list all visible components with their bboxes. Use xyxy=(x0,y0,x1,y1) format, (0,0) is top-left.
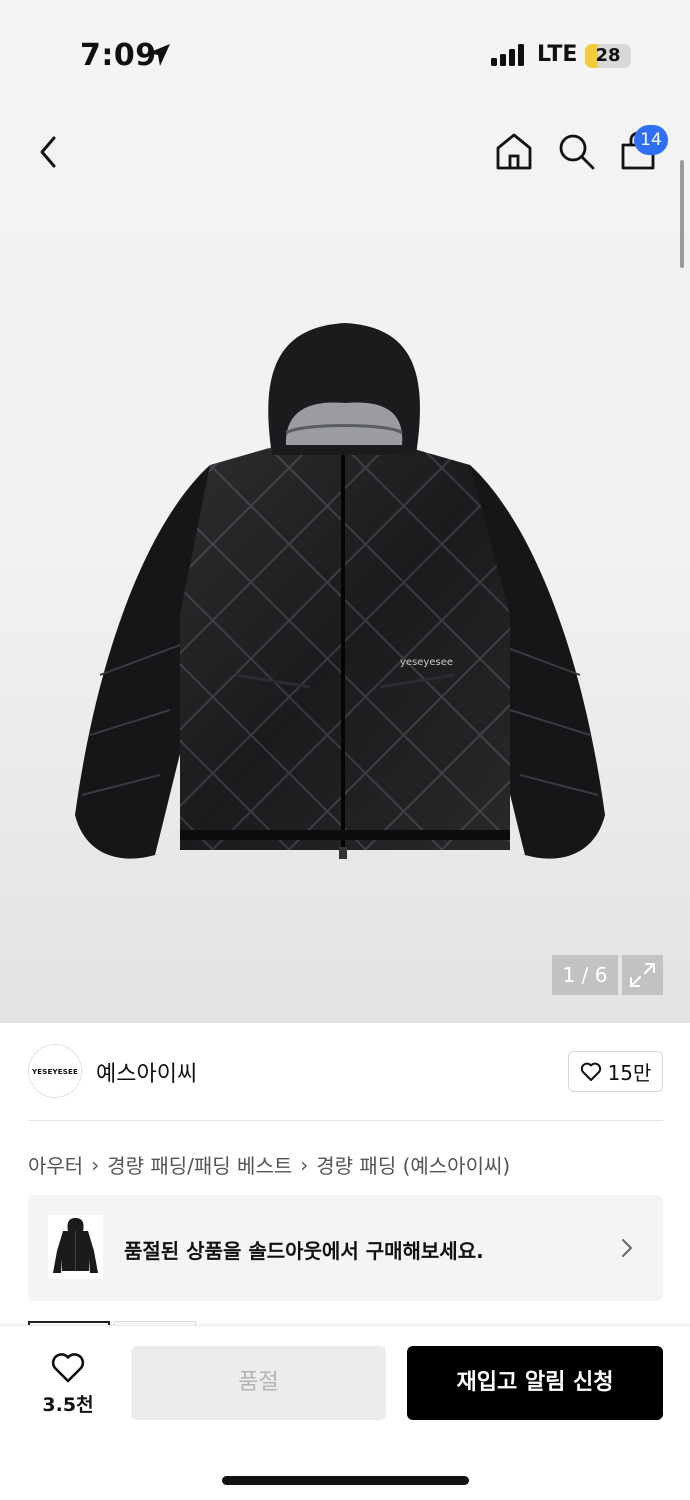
heart-icon xyxy=(51,1353,85,1383)
restock-alert-button[interactable]: 재입고 알림 신청 xyxy=(407,1346,663,1420)
jacket-brand-patch: yeseyesee xyxy=(400,657,453,668)
expand-image-icon[interactable] xyxy=(622,955,663,995)
soldout-button: 품절 xyxy=(131,1346,386,1420)
breadcrumb-item-light-padding[interactable]: 경량 패딩/패딩 베스트 xyxy=(107,1150,292,1179)
network-type: LTE xyxy=(537,42,578,67)
image-counter: 1 / 6 xyxy=(552,955,618,995)
product-jacket-image: yeseyesee xyxy=(75,323,605,859)
breadcrumb-item-brand-padding[interactable]: 경량 패딩 (예스아이씨) xyxy=(316,1150,510,1179)
cart-count-badge: 14 xyxy=(634,125,668,155)
brand-like-count: 15만 xyxy=(607,1061,652,1085)
search-icon[interactable] xyxy=(556,131,596,171)
breadcrumb: 아우터 › 경량 패딩/패딩 베스트 › 경량 패딩 (예스아이씨) xyxy=(28,1150,510,1179)
cellular-signal-icon xyxy=(491,44,524,66)
brand-like-button[interactable]: 15만 xyxy=(568,1051,663,1092)
wishlist-button[interactable]: 3.5천 xyxy=(28,1348,108,1418)
divider xyxy=(28,1120,663,1121)
chevron-right-icon xyxy=(622,1239,633,1257)
chevron-right-icon: › xyxy=(91,1152,100,1177)
home-indicator[interactable] xyxy=(222,1476,469,1485)
battery-indicator: 28 xyxy=(585,44,631,68)
back-icon[interactable] xyxy=(30,130,70,174)
breadcrumb-item-outer[interactable]: 아우터 xyxy=(28,1150,83,1179)
location-arrow-icon xyxy=(148,44,170,66)
status-bar: 7:09 LTE 28 xyxy=(0,0,690,110)
battery-level: 28 xyxy=(595,45,621,66)
chevron-right-icon: › xyxy=(300,1152,309,1177)
home-icon[interactable] xyxy=(494,131,534,171)
soldout-banner[interactable]: 품절된 상품을 솔드아웃에서 구매해보세요. xyxy=(28,1195,663,1301)
brand-name[interactable]: 예스아이씨 xyxy=(96,1056,197,1088)
banner-product-thumbnail xyxy=(48,1215,103,1279)
scrollbar[interactable] xyxy=(680,160,684,268)
heart-icon xyxy=(580,1062,601,1081)
brand-logo[interactable]: YESEYESEE xyxy=(28,1044,82,1098)
soldout-banner-text: 품절된 상품을 솔드아웃에서 구매해보세요. xyxy=(124,1239,484,1263)
wishlist-count: 3.5천 xyxy=(42,1394,94,1416)
